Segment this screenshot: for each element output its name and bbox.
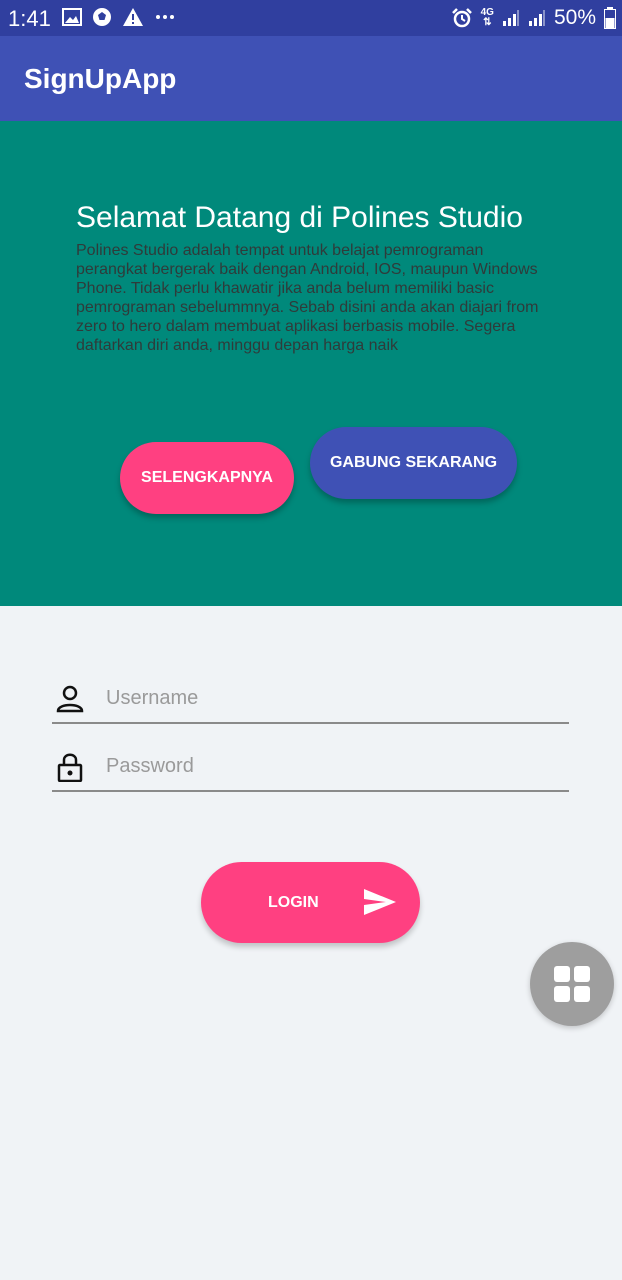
send-icon xyxy=(364,889,396,915)
welcome-banner: Selamat Datang di Polines Studio Polines… xyxy=(0,121,622,606)
welcome-title: Selamat Datang di Polines Studio xyxy=(76,201,523,234)
ball-icon xyxy=(93,8,111,26)
app-bar: SignUpApp xyxy=(0,36,622,121)
battery-percent: 50% xyxy=(553,6,596,29)
signal-icon xyxy=(528,10,545,26)
network-4g-icon: 4G ⇅ xyxy=(480,7,494,28)
battery-icon xyxy=(604,7,616,29)
app-title: SignUpApp xyxy=(24,63,177,94)
person-icon xyxy=(56,685,84,713)
join-now-button[interactable]: GABUNG SEKARANG xyxy=(310,427,517,499)
password-field xyxy=(52,740,569,792)
warning-icon xyxy=(123,8,143,26)
apps-grid-fab[interactable] xyxy=(530,942,614,1026)
image-icon xyxy=(62,8,82,26)
lock-icon xyxy=(57,753,83,782)
alarm-icon xyxy=(451,8,472,28)
password-input[interactable] xyxy=(104,750,558,782)
signal-icon xyxy=(502,10,519,26)
username-field xyxy=(52,672,569,724)
login-button[interactable]: LOGIN xyxy=(201,862,420,943)
grid-icon xyxy=(554,966,590,1002)
welcome-description: Polines Studio adalah tempat untuk belaj… xyxy=(76,242,539,354)
more-icon xyxy=(156,15,174,19)
network-type-label: 4G xyxy=(480,7,494,18)
notification-icons xyxy=(62,7,176,27)
login-button-label: LOGIN xyxy=(268,894,319,911)
system-icons: 4G ⇅ 50% xyxy=(451,6,616,30)
more-info-button[interactable]: SELENGKAPNYA xyxy=(120,442,294,514)
status-bar: 1:41 4G ⇅ 50% xyxy=(0,0,622,36)
status-time: 1:41 xyxy=(8,6,51,31)
username-input[interactable] xyxy=(104,682,558,714)
